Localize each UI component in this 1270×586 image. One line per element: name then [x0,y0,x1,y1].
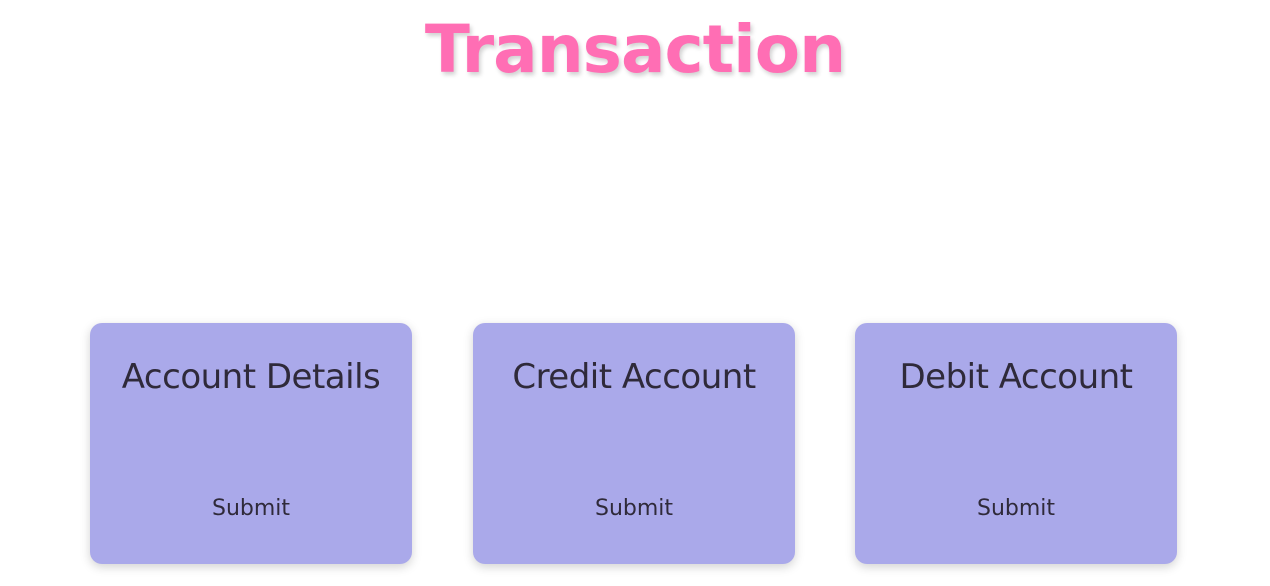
credit-account-card: Credit Account Submit [473,323,795,564]
credit-account-submit-button[interactable]: Submit [585,491,683,527]
credit-account-card-title: Credit Account [512,357,756,397]
account-details-card: Account Details Submit [90,323,412,564]
debit-account-card-title: Debit Account [899,357,1133,397]
card-row: Account Details Submit Credit Account Su… [0,323,1270,565]
debit-account-submit-button[interactable]: Submit [967,491,1065,527]
page-title: Transaction [424,11,846,88]
debit-account-card: Debit Account Submit [855,323,1177,564]
account-details-submit-button[interactable]: Submit [202,491,300,527]
account-details-card-title: Account Details [121,357,381,397]
